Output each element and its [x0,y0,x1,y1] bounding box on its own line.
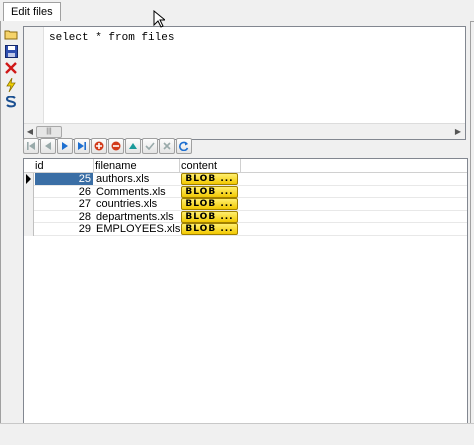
blob-content-button[interactable]: BLOB ... [181,223,238,235]
open-folder-icon[interactable] [3,26,19,42]
scroll-thumb[interactable]: ||| [36,126,62,138]
first-record-button[interactable] [23,138,39,154]
results-grid[interactable]: id filename content 25 authors.xls BLOB … [23,158,468,426]
delete-icon[interactable] [3,60,19,76]
tab-edit-files[interactable]: Edit files [3,2,61,22]
cell-id[interactable]: 26 [35,186,93,198]
save-icon[interactable] [3,43,19,59]
editor-gutter [24,27,44,123]
last-record-button[interactable] [74,138,90,154]
prior-record-button[interactable] [40,138,56,154]
current-row-indicator-icon [24,173,34,186]
execute-lightning-icon[interactable] [3,77,19,93]
side-toolbar [3,26,21,111]
insert-record-button[interactable] [91,138,107,154]
tab-strip: Edit files [0,0,474,22]
refresh-button[interactable] [176,138,192,154]
cell-filename[interactable]: departments.xls [95,211,179,223]
sql-query-text[interactable]: select * from files [49,32,174,44]
cell-filename[interactable]: EMPLOYEES.xls [95,223,180,235]
blob-content-button[interactable]: BLOB ... [181,173,238,185]
next-record-button[interactable] [57,138,73,154]
table-row[interactable]: 28 departments.xls BLOB ... [24,210,467,223]
table-row[interactable]: 29 EMPLOYEES.xls BLOB ... [24,223,467,236]
table-row[interactable]: 26 Comments.xls BLOB ... [24,185,467,198]
grid-rows: 25 authors.xls BLOB ... 26 Comments.xls … [24,173,467,236]
sql-editor[interactable]: select * from files ◀ ||| ▶ [23,26,466,140]
cell-filename[interactable]: Comments.xls [95,186,179,198]
blob-content-button[interactable]: BLOB ... [181,210,238,223]
cell-id[interactable]: 27 [35,198,93,210]
status-bar [0,423,474,445]
table-row[interactable]: 27 countries.xls BLOB ... [24,198,467,211]
app-window: Edit files select * from files ◀ ||| ▶ i… [0,0,474,445]
column-divider [179,159,180,173]
column-divider [93,159,94,173]
column-divider [240,159,241,173]
row-indicator [24,198,34,211]
column-header-id[interactable]: id [35,160,44,172]
blob-content-button[interactable]: BLOB ... [181,198,238,210]
column-header-content[interactable]: content [181,160,217,172]
table-row[interactable]: 25 authors.xls BLOB ... [24,173,467,186]
post-record-button[interactable] [142,138,158,154]
sql-format-icon[interactable] [3,94,19,110]
delete-record-button[interactable] [108,138,124,154]
cell-id[interactable]: 25 [35,173,93,185]
blob-content-button[interactable]: BLOB ... [181,185,238,198]
cancel-edit-button[interactable] [159,138,175,154]
cell-filename[interactable]: countries.xls [95,198,179,210]
row-indicator [24,185,34,198]
cell-filename[interactable]: authors.xls [95,173,179,185]
cell-id[interactable]: 28 [35,211,93,223]
column-header-filename[interactable]: filename [95,160,137,172]
row-indicator [24,210,34,223]
edit-files-panel: select * from files ◀ ||| ▶ id filename … [0,21,471,444]
row-indicator [24,223,34,236]
scroll-left-icon[interactable]: ◀ [25,126,35,138]
scroll-right-icon[interactable]: ▶ [453,126,463,138]
mouse-cursor-icon [153,10,165,28]
db-navigator [23,138,192,156]
grid-header: id filename content [24,159,467,173]
edit-record-button[interactable] [125,138,141,154]
cell-id[interactable]: 29 [35,223,93,235]
editor-horizontal-scrollbar[interactable]: ◀ ||| ▶ [24,123,465,139]
